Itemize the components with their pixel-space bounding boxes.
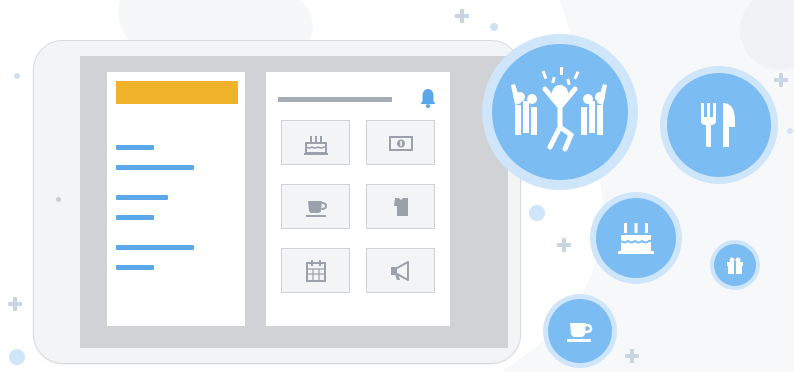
money-icon: [388, 135, 413, 151]
coffee-bubble-inner: [548, 299, 612, 363]
celebration-crowd-icon: [511, 67, 607, 152]
dot-decoration: [787, 128, 793, 134]
plus-decoration-icon: [455, 9, 469, 23]
celebration-bubble-inner: [492, 44, 628, 180]
gift-icon: [727, 257, 743, 274]
shirt-icon: [393, 197, 408, 216]
menu-item-line: [116, 165, 194, 170]
coffee-cup-icon: [567, 323, 593, 342]
dining-bubble: [660, 66, 778, 184]
menu-item-line: [116, 195, 168, 200]
birthday-cake-icon: [618, 223, 654, 254]
menu-item-line: [116, 145, 154, 150]
plus-decoration-icon: [774, 73, 788, 87]
dot-decoration: [9, 349, 25, 365]
tablet-screen: [80, 56, 508, 348]
tile-calendar: [281, 248, 350, 293]
tablet-device: [33, 40, 521, 364]
perks-title-bar: [278, 97, 392, 102]
fork-knife-icon: [701, 103, 735, 147]
coffee-bubble: [543, 294, 617, 368]
tile-cake: [281, 120, 350, 165]
dining-bubble-inner: [667, 73, 771, 177]
celebration-bubble: [482, 34, 638, 190]
gift-bubble: [710, 240, 760, 290]
megaphone-icon: [390, 260, 409, 281]
coffee-cup-icon: [305, 200, 327, 217]
menu-item-line: [116, 245, 194, 250]
plus-decoration-icon: [625, 349, 639, 363]
calendar-icon: [305, 259, 326, 282]
tile-megaphone: [366, 248, 435, 293]
gift-bubble-inner: [714, 244, 756, 286]
tile-shirt: [366, 184, 435, 229]
menu-item-line: [116, 265, 154, 270]
tile-money: [366, 120, 435, 165]
perks-panel: [266, 72, 450, 326]
bell-icon: [420, 89, 436, 108]
menu-header-bar: [116, 81, 238, 104]
tablet-camera: [56, 197, 61, 202]
cake-bubble: [590, 192, 682, 284]
menu-panel: [107, 72, 245, 326]
birthday-cake-icon: [303, 135, 328, 155]
cake-bubble-inner: [596, 198, 676, 278]
dot-decoration: [490, 23, 498, 31]
dot-decoration: [14, 73, 20, 79]
plus-decoration-icon: [8, 297, 22, 311]
menu-item-line: [116, 215, 154, 220]
dot-decoration: [529, 205, 545, 221]
tile-coffee: [281, 184, 350, 229]
plus-decoration-icon: [557, 238, 571, 252]
